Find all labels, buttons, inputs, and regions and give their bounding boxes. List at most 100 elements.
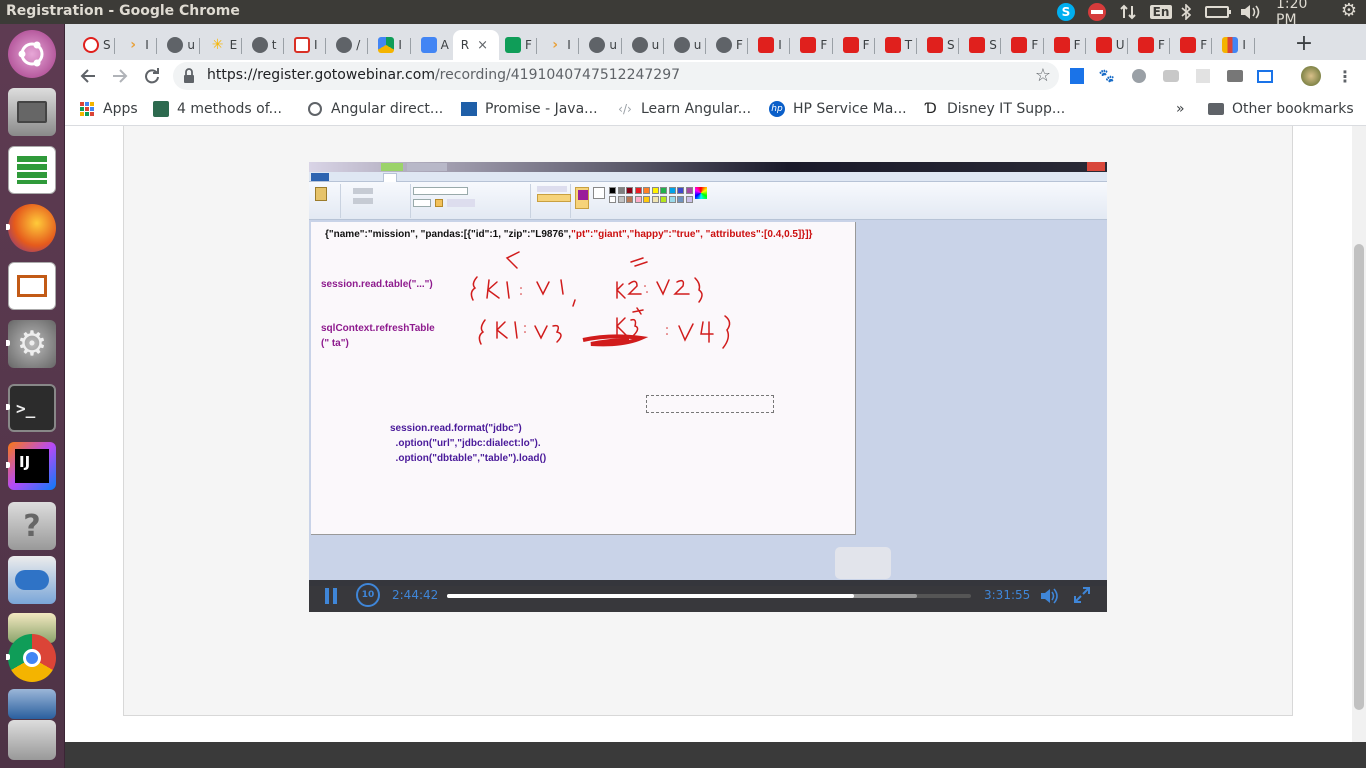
replay-10-icon[interactable]: 10 (356, 583, 380, 607)
settings-gear-icon[interactable]: ⚙ (1338, 0, 1360, 21)
tab-23[interactable]: F (1003, 30, 1043, 60)
tab-25[interactable]: U (1088, 30, 1128, 60)
overlay-button[interactable] (835, 547, 891, 579)
tab-3[interactable]: u (159, 30, 199, 60)
bookmark-5[interactable]: ‹/› Learn Angular... (617, 100, 751, 118)
extension-screen-icon[interactable] (1255, 66, 1275, 86)
makemytrip-icon (1011, 37, 1028, 53)
tab-separator (789, 38, 791, 54)
seek-bar[interactable] (447, 594, 971, 598)
help-icon[interactable]: ? (6, 500, 58, 552)
extension-blank-icon[interactable] (1193, 66, 1213, 86)
tab-8[interactable]: I (370, 30, 410, 60)
tab-27[interactable]: F (1172, 30, 1212, 60)
bookmark-2[interactable]: 4 methods of... (153, 100, 282, 118)
system-settings-icon[interactable]: ⚙ (6, 318, 58, 370)
tab-2[interactable]: › I (117, 30, 157, 60)
tab-17[interactable]: I (750, 30, 790, 60)
forward-button[interactable] (107, 64, 133, 88)
chrome-icon[interactable] (6, 632, 58, 684)
battery-icon[interactable] (1204, 3, 1231, 21)
tab-18[interactable]: F (792, 30, 832, 60)
browser-toolbar: https://register.gotowebinar.com/recordi… (65, 60, 1366, 92)
tab-24[interactable]: F (1046, 30, 1086, 60)
menu-kebab-icon[interactable]: ⋮ (1335, 66, 1355, 86)
bookmark-6[interactable]: hp HP Service Ma... (769, 100, 907, 118)
ubuntu-dash-icon[interactable] (6, 28, 58, 80)
chart-icon (1222, 37, 1239, 53)
files-icon[interactable] (6, 86, 58, 138)
bluetooth-icon[interactable] (1178, 3, 1194, 21)
network-icon[interactable] (1118, 3, 1138, 21)
pause-icon[interactable] (325, 588, 339, 604)
tab-16[interactable]: F (708, 30, 748, 60)
tab-1[interactable]: S (75, 30, 115, 60)
tab-13[interactable]: u (581, 30, 621, 60)
tab-10[interactable]: R × (452, 30, 499, 60)
tab-12[interactable]: › I (539, 30, 579, 60)
bookmarks-overflow-button[interactable]: » (1176, 100, 1185, 118)
reload-button[interactable] (139, 64, 165, 88)
block-icon[interactable] (1086, 3, 1108, 21)
player-controls: 10 2:44:42 3:31:55 (309, 580, 1107, 612)
address-bar[interactable]: https://register.gotowebinar.com/recordi… (173, 62, 1059, 90)
tab-label: F (1200, 38, 1208, 52)
page-scrollbar[interactable] (1352, 126, 1366, 742)
extension-camera-icon[interactable] (1225, 66, 1245, 86)
globe-icon (589, 37, 606, 53)
drive-icon[interactable] (6, 714, 58, 766)
tab-20[interactable]: T (877, 30, 917, 60)
palette-swatch (643, 196, 650, 203)
tab-9[interactable]: A (413, 30, 453, 60)
bookmark-1[interactable]: Apps (79, 100, 138, 118)
tab-28[interactable]: I (1214, 30, 1254, 60)
palette-swatch (643, 187, 650, 194)
back-button[interactable] (75, 64, 101, 88)
bookmark-7[interactable]: Ɗ Disney IT Supp... (923, 100, 1065, 118)
bookmark-4[interactable]: Promise - Java... (461, 100, 598, 118)
tab-15[interactable]: u (666, 30, 706, 60)
firefox-icon[interactable] (6, 202, 58, 254)
extension-paw-icon[interactable]: 🐾 (1097, 66, 1117, 86)
libreoffice-impress-icon[interactable] (6, 260, 58, 312)
tab-6[interactable]: I (286, 30, 326, 60)
terminal-icon[interactable]: >_ (6, 382, 58, 434)
bookmark-3[interactable]: Angular direct... (307, 100, 443, 118)
new-tab-button[interactable]: + (1291, 30, 1317, 56)
current-time: 2:44:42 (392, 588, 439, 602)
tab-19[interactable]: F (835, 30, 875, 60)
tab-21[interactable]: S (919, 30, 959, 60)
tab-22[interactable]: S (961, 30, 1001, 60)
profile-avatar[interactable] (1301, 66, 1321, 86)
browser-window: S › Iu ✳ Et I / I A R × F › Iu u u F I F F T S S F F U F F I + https:… (65, 24, 1366, 768)
volume-icon[interactable] (1039, 586, 1059, 606)
close-tab-icon[interactable]: × (477, 38, 488, 53)
tab-4[interactable]: ✳ E (202, 30, 242, 60)
extension-grey-icon[interactable] (1161, 66, 1181, 86)
scroll-thumb[interactable] (1354, 244, 1364, 710)
skype-app-icon[interactable] (6, 554, 58, 606)
tab-26[interactable]: F (1130, 30, 1170, 60)
other-bookmarks-folder[interactable]: Other bookmarks (1208, 100, 1354, 118)
fullscreen-icon[interactable] (1073, 586, 1091, 604)
palette-swatch (617, 187, 625, 194)
bookmark-star-icon[interactable]: ☆ (1035, 65, 1051, 86)
tab-label: I (145, 38, 149, 52)
extension-hex-icon[interactable] (1129, 66, 1149, 86)
bookmarks-bar: Apps 4 methods of... Angular direct... Prom… (65, 92, 1366, 126)
skype-icon[interactable]: S (1056, 3, 1076, 21)
hp-icon: hp (769, 101, 785, 117)
volume-icon[interactable] (1238, 3, 1262, 21)
tab-7[interactable]: / (328, 30, 368, 60)
tab-11[interactable]: F (497, 30, 537, 60)
video-player[interactable]: {"name":"mission", "pandas:[{"id":1, "zi… (309, 162, 1107, 612)
extension-sheets-icon[interactable] (1067, 66, 1087, 86)
globe-icon (251, 37, 268, 53)
tab-5[interactable]: t (244, 30, 284, 60)
keyboard-lang-icon[interactable]: En (1149, 3, 1173, 21)
clock[interactable]: 1:20 PM (1276, 0, 1330, 28)
tab-14[interactable]: u (624, 30, 664, 60)
palette-swatch (660, 196, 667, 203)
intellij-icon[interactable]: IJ (6, 440, 58, 492)
libreoffice-calc-icon[interactable] (6, 144, 58, 196)
